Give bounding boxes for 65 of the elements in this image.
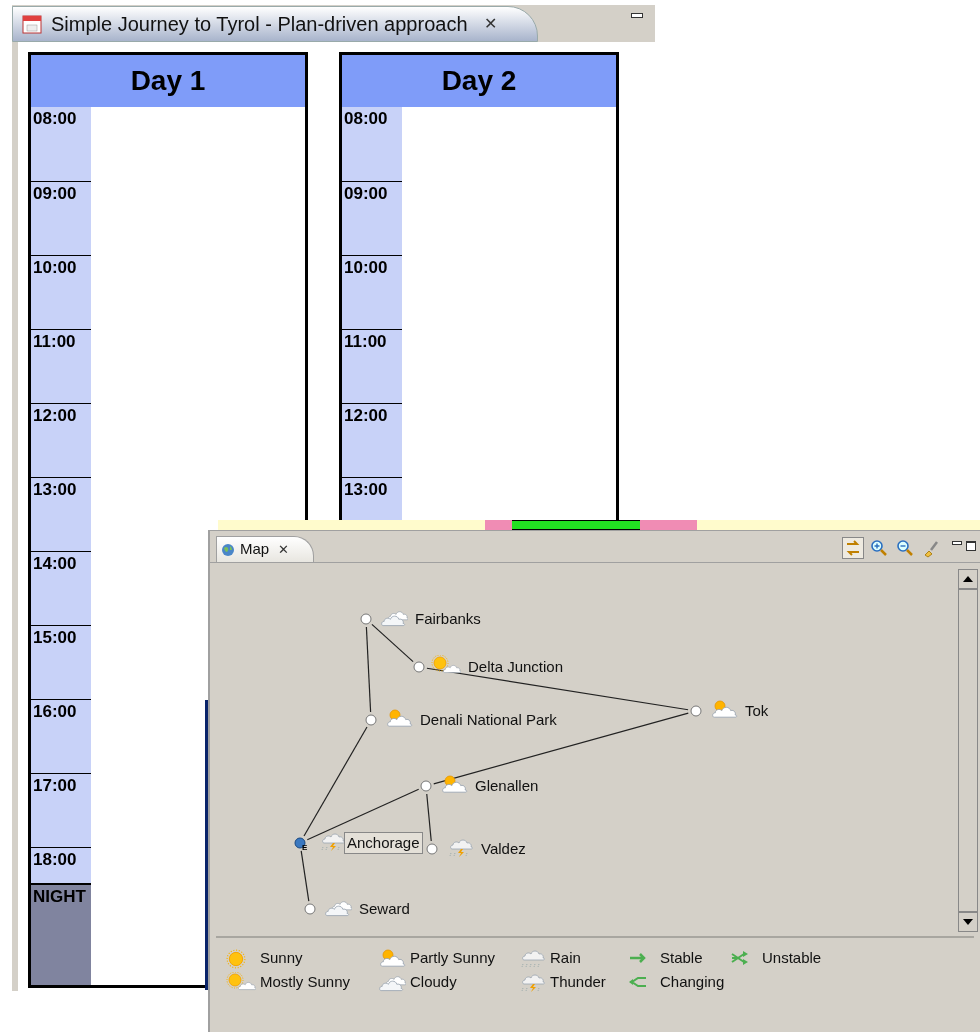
place-label[interactable]: Valdez [478,838,529,860]
place-label[interactable]: Denali National Park [417,709,560,731]
time-label: 13:00 [33,480,77,499]
editor-tab[interactable]: Simple Journey to Tyrol - Plan-driven approach ✕ [12,6,538,42]
map-title: Map [240,539,270,560]
place-node[interactable] [426,843,438,855]
place-node[interactable] [420,780,432,792]
time-label: 10:00 [344,258,388,277]
close-button[interactable]: ✕ [483,12,497,36]
close-button[interactable]: ✕ [278,539,290,560]
place-node[interactable] [304,903,316,915]
time-label: 17:00 [33,776,77,795]
day-header: Day 1 [31,55,305,107]
legend-label: Partly Sunny [410,948,496,969]
time-label: 08:00 [33,109,77,128]
map-tab[interactable]: Map ✕ [216,536,315,562]
up-arrow-icon [963,576,973,582]
swap-arrows-icon[interactable] [842,537,864,559]
route-line [426,793,432,842]
time-label: 09:00 [33,184,77,203]
time-label: 14:00 [33,554,77,573]
place-node[interactable] [413,661,425,673]
time-label: 11:00 [344,332,387,351]
legend-label: Changing [660,972,725,993]
minimize-button[interactable] [952,541,962,545]
place-label[interactable]: Delta Junction [465,656,567,678]
time-label: 15:00 [33,628,77,647]
scroll-up-button[interactable] [958,569,978,589]
legend-label: Mostly Sunny [260,972,351,993]
legend-label: Sunny [260,948,303,969]
time-label: 10:00 [33,258,77,277]
minimize-button[interactable] [631,13,643,18]
legend-label: Stable [660,948,703,969]
editor-title: Simple Journey to Tyrol - Plan-driven approach [51,12,468,37]
maximize-button[interactable] [966,541,976,551]
legend-label: Unstable [762,948,822,969]
route-line [300,850,310,902]
place-node[interactable] [690,705,702,717]
place-node[interactable] [294,837,306,849]
time-label: 09:00 [344,184,388,203]
place-label[interactable]: Anchorage [344,832,423,854]
time-label: 12:00 [33,406,77,425]
place-label[interactable]: Seward [356,898,413,920]
time-label: 13:00 [344,480,388,499]
down-arrow-icon [963,919,973,925]
legend-label: Rain [550,948,581,969]
time-label: 11:00 [33,332,76,351]
time-label: 12:00 [344,406,388,425]
place-label[interactable]: Tok [742,700,772,722]
marker-letter: E [302,844,308,852]
time-label: 08:00 [344,109,388,128]
calendar-icon [21,13,43,35]
scroll-down-button[interactable] [958,912,978,932]
place-node[interactable] [365,714,377,726]
sun-icon [226,948,246,969]
place-node[interactable] [360,613,372,625]
time-label: 16:00 [33,702,77,721]
place-label[interactable]: Fairbanks [412,608,484,630]
globe-icon [221,542,235,557]
place-label[interactable]: Glenallen [472,775,542,797]
day-header: Day 2 [342,55,616,107]
legend-label: Thunder [550,972,606,993]
time-label: 18:00 [33,850,77,869]
night-cell: NIGHT [31,883,91,985]
legend-label: Cloudy [410,972,457,993]
